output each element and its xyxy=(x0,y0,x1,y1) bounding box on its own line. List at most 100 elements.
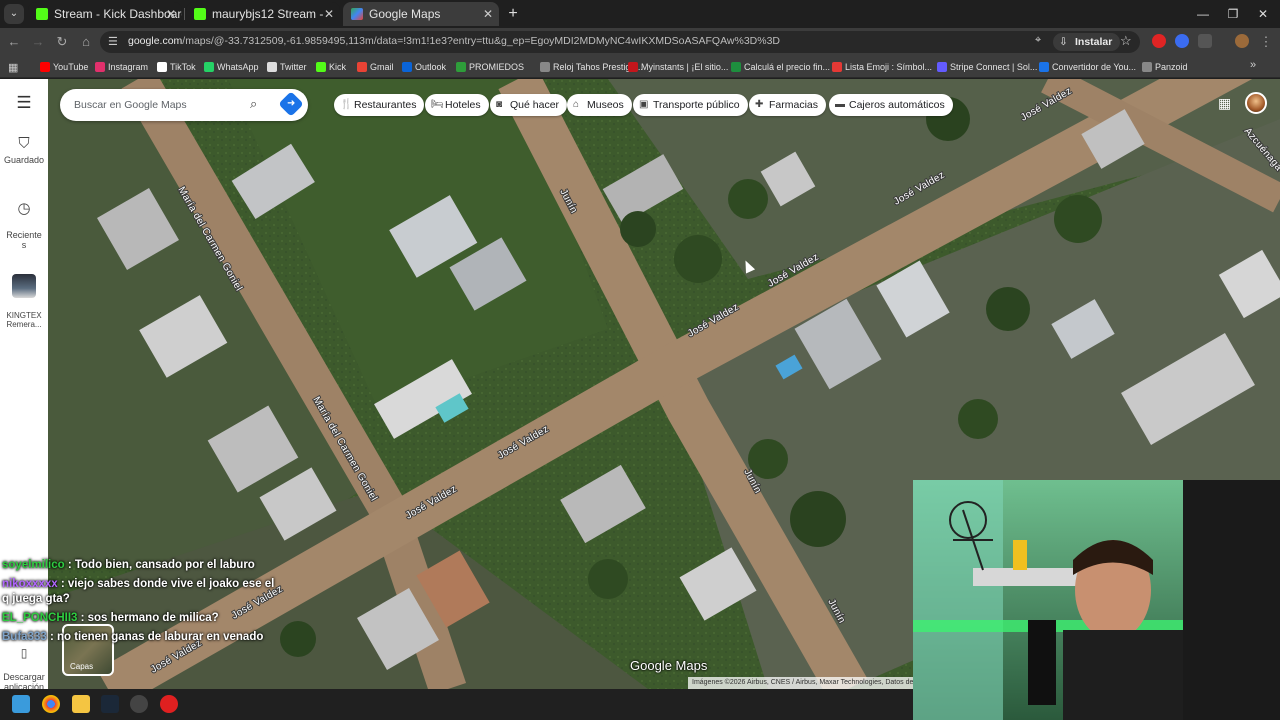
profile-avatar[interactable] xyxy=(1235,34,1249,48)
windows-start-icon[interactable] xyxy=(12,695,30,713)
chat-text: : sos hermano de milica? xyxy=(77,612,219,624)
bookmark-label: Convertidor de You... xyxy=(1052,62,1137,72)
tab-title: Stream - Kick Dashboard xyxy=(54,7,182,21)
chat-username: nikoxxxxx xyxy=(2,578,58,590)
bookmark-icon: ⛉ xyxy=(18,135,30,152)
home-icon[interactable]: ⌂ xyxy=(76,32,96,52)
bookmark-item[interactable]: Lista Emoji : Símbol... xyxy=(832,60,932,74)
bookmark-label: YouTube xyxy=(53,62,89,72)
bookmark-label: Twitter xyxy=(280,62,307,72)
bookmark-favicon-icon xyxy=(832,62,842,72)
extension-red-icon[interactable] xyxy=(1152,34,1166,48)
bookmark-favicon-icon xyxy=(628,62,638,72)
minimize-button[interactable]: — xyxy=(1188,4,1218,24)
bookmark-item[interactable]: Instagram xyxy=(95,60,148,74)
category-chip[interactable]: 🍴 Restaurantes xyxy=(334,94,425,116)
bookmark-item[interactable]: Stripe Connect | Sol... xyxy=(937,60,1037,74)
chat-username: soyelmilico xyxy=(2,559,65,571)
chip-label: Qué hacer xyxy=(510,99,560,111)
new-tab-button[interactable]: + xyxy=(503,4,523,24)
close-tab-icon[interactable]: ✕ xyxy=(324,2,334,26)
maps-search-box[interactable]: Buscar en Google Maps ⌕ ➜ xyxy=(60,89,308,121)
category-chip[interactable]: ✚ Farmacias xyxy=(749,94,827,116)
google-apps-grid-icon[interactable]: ▦ xyxy=(1218,95,1231,112)
bookmark-favicon-icon xyxy=(1142,62,1152,72)
webcam-feed xyxy=(913,480,1280,720)
tab-search-menu-button[interactable]: ⌄ xyxy=(4,4,24,24)
extension-blue-icon[interactable] xyxy=(1175,34,1189,48)
bookmark-label: Lista Emoji : Símbol... xyxy=(845,62,933,72)
file-explorer-icon[interactable] xyxy=(72,695,90,713)
back-arrow-icon[interactable]: ← xyxy=(4,32,24,52)
bookmark-item[interactable]: YouTube xyxy=(40,60,88,74)
extensions-puzzle-icon[interactable] xyxy=(1198,34,1212,48)
address-bar[interactable]: ☰ google.com/maps/@-33.7312509,-61.98594… xyxy=(100,31,1140,53)
category-chip[interactable]: ◙ Qué hacer xyxy=(490,94,568,116)
obs-icon[interactable] xyxy=(130,695,148,713)
bookmark-item[interactable]: Myinstants | ¡El sitio... xyxy=(628,60,728,74)
bookmark-item[interactable]: Calculá el precio fin... xyxy=(731,60,830,74)
media-player-icon[interactable] xyxy=(160,695,178,713)
bookmark-item[interactable]: PROMIEDOS xyxy=(456,60,524,74)
bookmark-favicon-icon xyxy=(95,62,105,72)
close-tab-icon[interactable]: ✕ xyxy=(483,2,493,26)
tab-strip: ⌄ Stream - Kick Dashboard ✕ maurybjs12 S… xyxy=(0,0,1280,28)
chat-message: Bufa333 : no tienen ganas de laburar en … xyxy=(0,628,282,647)
apps-grid-icon[interactable]: ▦ xyxy=(8,61,18,74)
search-icon[interactable]: ⌕ xyxy=(250,96,266,112)
saved-button[interactable]: ⛉ Guardado xyxy=(0,135,48,165)
steam-icon[interactable] xyxy=(101,695,119,713)
bookmark-item[interactable]: Gmail xyxy=(357,60,394,74)
category-chip[interactable]: ▣ Transporte público xyxy=(633,94,748,116)
directions-icon[interactable]: ➜ xyxy=(278,91,304,117)
category-chip[interactable]: 🛏 Hoteles xyxy=(425,94,489,116)
camera-icon: ◙ xyxy=(496,99,503,110)
bookmark-star-icon[interactable]: ☆ xyxy=(1120,33,1132,49)
bookmark-label: Calculá el precio fin... xyxy=(744,62,831,72)
bookmark-item[interactable]: Outlook xyxy=(402,60,446,74)
bookmark-item[interactable]: TikTok xyxy=(157,60,196,74)
chat-text: : no tienen ganas de laburar en venado xyxy=(46,631,264,643)
kingtex-recent-place[interactable]: KINGTEX Remera... xyxy=(0,265,48,329)
bookmark-item[interactable]: WhatsApp xyxy=(204,60,259,74)
bookmark-item[interactable]: Convertidor de You... xyxy=(1039,60,1136,74)
recent-button[interactable]: ◷ Reciente s xyxy=(0,189,48,250)
bookmark-item[interactable]: Kick xyxy=(316,60,346,74)
account-avatar[interactable] xyxy=(1245,92,1267,114)
forward-arrow-icon[interactable]: → xyxy=(28,32,48,52)
atm-icon: ▬ xyxy=(835,99,845,110)
more-menu-icon[interactable]: ⋮ xyxy=(1256,32,1276,52)
site-info-icon[interactable]: ☰ xyxy=(108,34,124,50)
bookmark-item[interactable]: Twitter xyxy=(267,60,307,74)
reload-icon[interactable]: ↻ xyxy=(52,32,72,52)
bookmark-favicon-icon xyxy=(402,62,412,72)
bookmark-label: Myinstants | ¡El sitio... xyxy=(641,62,729,72)
bookmark-favicon-icon xyxy=(357,62,367,72)
category-chip[interactable]: ⌂ Museos xyxy=(567,94,632,116)
url-text[interactable]: google.com/maps/@-33.7312509,-61.9859495… xyxy=(128,35,780,47)
hamburger-menu-icon[interactable]: ☰ xyxy=(14,94,34,111)
close-tab-icon[interactable]: ✕ xyxy=(166,2,176,26)
tab-kick-stream[interactable]: maurybjs12 Stream - Watch Live ✕ xyxy=(186,2,340,26)
tab-google-maps[interactable]: Google Maps ✕ xyxy=(343,2,499,26)
search-input[interactable]: Buscar en Google Maps xyxy=(74,99,187,111)
bookmark-label: Panzoid xyxy=(1155,62,1188,72)
chrome-icon[interactable] xyxy=(42,695,60,713)
location-icon[interactable]: ⌖ xyxy=(1035,34,1041,47)
bookmark-favicon-icon xyxy=(937,62,947,72)
tab-kick-dashboard[interactable]: Stream - Kick Dashboard ✕ xyxy=(28,2,182,26)
category-chip[interactable]: ▬ Cajeros automáticos xyxy=(829,94,953,116)
bookmark-item[interactable]: Panzoid xyxy=(1142,60,1188,74)
bed-icon: 🛏 xyxy=(431,99,444,110)
chat-message: nikoxxxxx : viejo sabes donde vive el jo… xyxy=(0,575,282,609)
more-bookmarks-icon[interactable]: » xyxy=(1250,59,1256,71)
bookmark-label: Gmail xyxy=(370,62,394,72)
close-window-button[interactable]: ✕ xyxy=(1248,4,1278,24)
install-app-button[interactable]: ⇩ Instalar xyxy=(1053,33,1121,51)
maximize-button[interactable]: ❐ xyxy=(1218,4,1248,24)
bookmark-favicon-icon xyxy=(540,62,550,72)
chat-message: soyelmilico : Todo bien, cansado por el … xyxy=(0,556,282,575)
bookmark-label: Instagram xyxy=(108,62,149,72)
bookmark-label: PROMIEDOS xyxy=(469,62,525,72)
google-maps-icon xyxy=(351,8,363,20)
